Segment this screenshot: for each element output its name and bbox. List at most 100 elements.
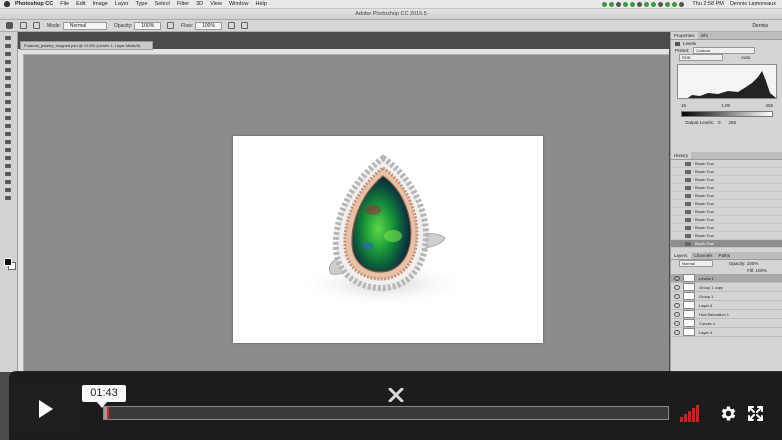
airbrush-icon[interactable] [227, 22, 235, 29]
layer-row[interactable]: Curves 4 [671, 319, 782, 328]
progress-bar[interactable] [103, 406, 669, 420]
layer-fill[interactable]: Fill: 100% [747, 268, 767, 273]
preset-select[interactable]: Custom [693, 47, 756, 54]
history-item[interactable]: Brush Tool [671, 184, 782, 192]
history-item[interactable]: Brush Tool [671, 208, 782, 216]
layer-row[interactable]: Levels 1 [671, 274, 782, 283]
layer-row[interactable]: Group 1 [671, 292, 782, 301]
menu-type[interactable]: Type [136, 1, 148, 7]
quick-select-tool-icon[interactable] [5, 60, 11, 64]
levels-histogram[interactable] [677, 64, 777, 99]
history-brush-tool-icon[interactable] [5, 108, 11, 112]
menu-edit[interactable]: Edit [76, 1, 85, 7]
tab-properties[interactable]: Properties [671, 32, 698, 39]
pressure-size-icon[interactable] [240, 22, 248, 29]
input-white[interactable]: 255 [765, 103, 773, 108]
play-button[interactable] [9, 385, 81, 432]
fullscreen-icon[interactable] [747, 405, 764, 422]
layer-row[interactable]: Group 1 copy [671, 283, 782, 292]
zoom-tool-icon[interactable] [5, 188, 11, 192]
brush-panel-icon[interactable] [33, 22, 40, 29]
healing-tool-icon[interactable] [5, 84, 11, 88]
eye-icon[interactable] [674, 311, 680, 317]
apple-icon[interactable] [4, 1, 10, 7]
eye-icon[interactable] [674, 293, 680, 299]
input-black[interactable]: 15 [681, 103, 686, 108]
brush-tool-icon[interactable] [5, 92, 11, 96]
layer-opacity[interactable]: Opacity: 100% [729, 261, 758, 266]
channel-select[interactable]: RGB [679, 54, 723, 61]
foreground-color-swatch[interactable] [4, 258, 12, 266]
output-white[interactable]: 255 [729, 120, 737, 125]
pressure-opacity-icon[interactable] [167, 22, 175, 29]
eye-icon[interactable] [674, 329, 680, 335]
menu-window[interactable]: Window [229, 1, 249, 7]
history-item-selected[interactable]: Brush Tool [671, 240, 782, 248]
history-item[interactable]: Brush Tool [671, 168, 782, 176]
auto-button[interactable]: Auto [741, 55, 750, 60]
shape-tool-icon[interactable] [5, 172, 11, 176]
close-icon[interactable] [385, 388, 407, 402]
workspace-switcher[interactable]: Dennis [752, 23, 768, 29]
history-item[interactable]: Brush Tool [671, 200, 782, 208]
blur-tool-icon[interactable] [5, 132, 11, 136]
tab-layers[interactable]: Layers [671, 252, 691, 259]
menu-layer[interactable]: Layer [115, 1, 129, 7]
layer-row[interactable]: Layer 4 [671, 328, 782, 337]
menu-file[interactable]: File [60, 1, 69, 7]
history-item[interactable]: Brush Tool [671, 232, 782, 240]
eye-icon[interactable] [674, 284, 680, 290]
edit-toolbar-icon[interactable] [5, 196, 11, 200]
document-canvas[interactable] [233, 136, 543, 343]
progress-handle[interactable] [106, 407, 109, 419]
opacity-field[interactable]: 100% [134, 21, 162, 30]
menu-image[interactable]: Image [93, 1, 108, 7]
eye-icon[interactable] [674, 320, 680, 326]
eyedropper-tool-icon[interactable] [5, 76, 11, 80]
crop-tool-icon[interactable] [5, 68, 11, 72]
history-item[interactable]: Brush Tool [671, 216, 782, 224]
hand-tool-icon[interactable] [5, 180, 11, 184]
layer-row[interactable]: Layer 6 [671, 301, 782, 310]
move-tool-icon[interactable] [5, 36, 11, 40]
pen-tool-icon[interactable] [5, 148, 11, 152]
tab-history[interactable]: History [671, 152, 692, 159]
tab-channels[interactable]: Channels [691, 252, 716, 259]
menu-filter[interactable]: Filter [177, 1, 189, 7]
menu-help[interactable]: Help [256, 1, 267, 7]
eraser-tool-icon[interactable] [5, 116, 11, 120]
history-item[interactable]: Brush Tool [671, 160, 782, 168]
menubar-user[interactable]: Dennis Lamoreaux [730, 1, 776, 7]
volume-icon[interactable] [680, 405, 708, 422]
menu-view[interactable]: View [210, 1, 222, 7]
tab-info[interactable]: Info [698, 32, 712, 39]
menu-3d[interactable]: 3D [196, 1, 203, 7]
history-item[interactable]: Brush Tool [671, 224, 782, 232]
type-tool-icon[interactable] [5, 156, 11, 160]
menu-app-name[interactable]: Photoshop CC [15, 1, 53, 7]
history-item[interactable]: Brush Tool [671, 176, 782, 184]
stamp-tool-icon[interactable] [5, 100, 11, 104]
brush-tool-icon[interactable] [6, 22, 13, 29]
tab-paths[interactable]: Paths [716, 252, 734, 259]
input-gamma[interactable]: 1.00 [721, 103, 730, 108]
lasso-tool-icon[interactable] [5, 52, 11, 56]
flow-field[interactable]: 100% [195, 21, 222, 30]
dodge-tool-icon[interactable] [5, 140, 11, 144]
output-gradient-slider[interactable] [681, 111, 773, 117]
eye-icon[interactable] [674, 275, 680, 281]
output-black[interactable]: 0 [718, 120, 721, 125]
gear-icon[interactable] [719, 404, 738, 423]
document-tab[interactable]: Polaroid_jewelry_cropped.psd @ 12.5% (Le… [20, 41, 153, 50]
ruler-vertical[interactable] [18, 54, 24, 372]
path-select-tool-icon[interactable] [5, 164, 11, 168]
brush-preset-icon[interactable] [20, 22, 27, 29]
history-item[interactable]: Brush Tool [671, 192, 782, 200]
layer-row[interactable]: Hue/Saturation 1 [671, 310, 782, 319]
blend-mode-select[interactable]: Normal [679, 260, 713, 267]
eye-icon[interactable] [674, 302, 680, 308]
marquee-tool-icon[interactable] [5, 44, 11, 48]
gradient-tool-icon[interactable] [5, 124, 11, 128]
menu-select[interactable]: Select [155, 1, 170, 7]
mode-select[interactable]: Normal [62, 21, 108, 30]
